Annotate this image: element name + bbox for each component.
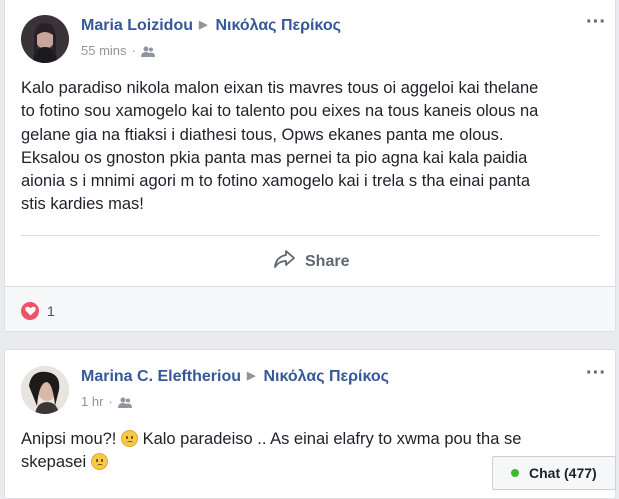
share-icon <box>273 249 295 274</box>
friends-icon[interactable] <box>140 43 155 58</box>
reactions-summary[interactable]: 1 <box>21 302 55 320</box>
more-options-icon[interactable]: ··· <box>586 11 606 34</box>
author-avatar[interactable] <box>21 15 69 63</box>
post-meta: 1 hr · <box>81 394 132 409</box>
worried-face-emoji <box>90 453 108 471</box>
arrow-right-icon: ▶ <box>247 370 256 382</box>
divider <box>21 235 599 236</box>
post-text-part: Kalo paradeiso .. As einai elafry to xwm… <box>142 430 522 448</box>
separator-dot: · <box>131 43 136 58</box>
post-timestamp[interactable]: 1 hr <box>81 394 103 409</box>
post-header-names: Maria Loizidou ▶ Νικόλας Περίκος <box>81 17 341 35</box>
separator-dot: · <box>108 394 113 409</box>
post-header-names: Marina C. Eleftheriou ▶ Νικόλας Περίκος <box>81 368 389 386</box>
target-name-link[interactable]: Νικόλας Περίκος <box>264 368 389 385</box>
share-button[interactable]: Share <box>273 249 349 274</box>
post-text-part: skepasei <box>21 453 87 472</box>
author-name-link[interactable]: Marina C. Eleftheriou <box>81 368 241 385</box>
target-name-link[interactable]: Νικόλας Περίκος <box>215 17 340 34</box>
post-text-part: Anipsi mou?! <box>21 430 117 448</box>
post-meta: 55 mins · <box>81 43 155 58</box>
post-text: Kalo paradiso nikola malon eixan tis mav… <box>21 79 539 214</box>
arrow-right-icon: ▶ <box>199 19 208 31</box>
post-timestamp[interactable]: 55 mins <box>81 43 127 58</box>
online-status-icon <box>511 469 519 477</box>
reaction-count: 1 <box>47 303 55 319</box>
reactions-bar <box>5 286 615 331</box>
chat-tab[interactable]: Chat (477) <box>492 456 616 490</box>
more-options-icon[interactable]: ··· <box>586 362 606 385</box>
post-text: Anipsi mou?! Kalo paradeiso .. As einai … <box>21 428 541 475</box>
share-label: Share <box>305 252 350 270</box>
worried-face-emoji <box>120 430 138 447</box>
love-reaction-icon <box>21 302 39 320</box>
post-card: Maria Loizidou ▶ Νικόλας Περίκος 55 mins · … <box>4 0 616 332</box>
author-avatar[interactable] <box>21 366 69 414</box>
friends-icon[interactable] <box>117 394 132 409</box>
chat-label: Chat (477) <box>529 465 597 481</box>
author-name-link[interactable]: Maria Loizidou <box>81 17 193 34</box>
